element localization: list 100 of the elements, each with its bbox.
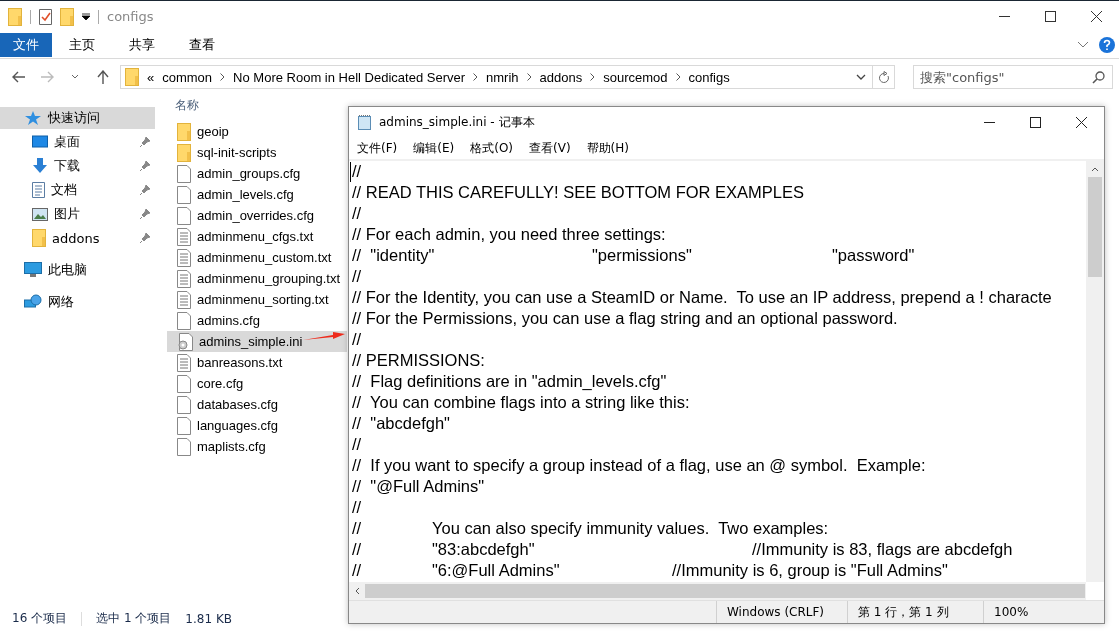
text-line: // xyxy=(352,203,362,224)
file-name: adminmenu_sorting.txt xyxy=(197,292,329,307)
status-text: Windows (CRLF) xyxy=(716,601,847,623)
scroll-left-icon[interactable] xyxy=(353,587,361,595)
maximize-icon xyxy=(1044,11,1056,22)
file-row[interactable]: admins.cfg xyxy=(167,310,347,331)
pin-icon[interactable] xyxy=(139,208,151,220)
file-name: banreasons.txt xyxy=(197,355,283,370)
status-text: 第 1 行，第 1 列 xyxy=(847,601,983,623)
file-row[interactable]: adminmenu_cfgs.txt xyxy=(167,226,347,247)
breadcrumb[interactable]: No More Room in Hell Dedicated Server xyxy=(233,69,466,85)
file-row[interactable]: adminmenu_grouping.txt xyxy=(167,268,347,289)
text-line: // For the Permissions, you can use a flag string and an optional password. xyxy=(352,308,898,329)
breadcrumb[interactable]: sourcemod xyxy=(603,69,668,85)
menu-item[interactable]: 文件(F) xyxy=(355,139,400,157)
file-row[interactable]: sql-init-scripts xyxy=(167,142,347,163)
network-globe-icon xyxy=(24,294,42,310)
menu-item[interactable]: 帮助(H) xyxy=(584,139,631,157)
horizontal-scrollbar[interactable] xyxy=(349,582,1086,600)
file-row[interactable]: core.cfg xyxy=(167,373,347,394)
text-file-icon xyxy=(177,248,191,267)
text-line: // You can combine flags into a string like this: xyxy=(352,392,690,413)
help-icon[interactable] xyxy=(1099,37,1115,53)
file-icon xyxy=(177,395,191,414)
path-overflow-button[interactable]: « xyxy=(147,69,155,85)
file-row[interactable]: adminmenu_custom.txt xyxy=(167,247,347,268)
file-name: admin_groups.cfg xyxy=(197,166,301,181)
ribbon-tab[interactable]: 共享 xyxy=(112,33,172,57)
text-file-icon xyxy=(177,290,191,309)
text-line: // READ THIS CAREFULLY! SEE BOTTOM FOR EXAMPLES xyxy=(352,182,805,203)
sidebar-item[interactable]: 快速访问 xyxy=(0,107,155,129)
file-name: sql-init-scripts xyxy=(197,145,277,160)
text-line: // "6:@Full Admins" //Immunity is 6, group is "Full Admins" xyxy=(352,560,948,581)
menu-item[interactable]: 编辑(E) xyxy=(411,139,457,157)
pin-icon[interactable] xyxy=(139,232,151,244)
file-row[interactable]: languages.cfg xyxy=(167,415,347,436)
checklist-icon[interactable] xyxy=(39,8,52,25)
ribbon-tab[interactable]: 查看 xyxy=(172,33,232,57)
file-name: admin_levels.cfg xyxy=(197,187,294,202)
breadcrumb[interactable]: nmrih xyxy=(486,69,519,85)
search-icon[interactable] xyxy=(1092,71,1105,84)
pin-icon[interactable] xyxy=(139,160,151,172)
file-name: databases.cfg xyxy=(197,397,278,412)
minimize-icon xyxy=(983,121,995,123)
text-file-icon xyxy=(177,269,191,288)
file-row[interactable]: adminmenu_sorting.txt xyxy=(167,289,347,310)
file-row[interactable]: admins_simple.ini xyxy=(167,331,347,352)
pin-icon[interactable] xyxy=(139,184,151,196)
file-row[interactable]: databases.cfg xyxy=(167,394,347,415)
scrollbar-thumb[interactable] xyxy=(1088,177,1102,277)
dropdown-icon[interactable] xyxy=(82,12,90,21)
scroll-up-icon[interactable] xyxy=(1091,165,1099,173)
sidebar-item[interactable]: 桌面 xyxy=(0,131,155,153)
file-icon xyxy=(177,437,191,456)
address-bar[interactable]: « common No More Room in Hell Dedicated Server nmrih addons sourcemod configs xyxy=(120,65,895,89)
picture-icon xyxy=(32,207,48,221)
text-line: // xyxy=(352,434,362,455)
menu-item[interactable]: 查看(V) xyxy=(527,139,573,157)
file-row[interactable]: banreasons.txt xyxy=(167,352,347,373)
file-name: adminmenu_cfgs.txt xyxy=(197,229,314,244)
file-menu-button[interactable]: 文件 xyxy=(0,33,52,57)
caret-icon xyxy=(71,74,79,80)
file-row[interactable]: maplists.cfg xyxy=(167,436,347,457)
notepad-title: admins_simple.ini - 记事本 xyxy=(379,113,535,131)
breadcrumb[interactable]: common xyxy=(162,69,213,85)
file-row[interactable]: admin_levels.cfg xyxy=(167,184,347,205)
file-row[interactable]: geoip xyxy=(167,121,347,142)
sidebar-item[interactable]: 图片 xyxy=(0,203,155,225)
item-count: 16 个项目 xyxy=(12,610,68,627)
file-row[interactable]: admin_overrides.cfg xyxy=(167,205,347,226)
sidebar-item[interactable]: addons xyxy=(0,227,155,249)
file-name: admins.cfg xyxy=(197,313,260,328)
download-arrow-icon xyxy=(32,158,48,174)
sidebar-item[interactable]: 此电脑 xyxy=(0,259,155,281)
column-header[interactable]: 名称 xyxy=(175,97,199,114)
sidebar-item[interactable]: 网络 xyxy=(0,291,155,313)
refresh-icon xyxy=(877,70,890,84)
ribbon-tab[interactable]: 主页 xyxy=(52,33,112,57)
sidebar-item[interactable]: 下载 xyxy=(0,155,155,177)
file-icon xyxy=(177,206,191,225)
text-line: // xyxy=(352,497,362,518)
text-line: // "identity" "permissions" "password" xyxy=(352,245,915,266)
text-file-icon xyxy=(177,353,191,372)
pin-icon[interactable] xyxy=(139,136,151,148)
menu-item[interactable]: 格式(O) xyxy=(468,139,516,157)
chevron-down-icon[interactable] xyxy=(1077,41,1089,49)
text-line: // "83:abcdefgh" //Immunity is 83, flags are abcdefgh xyxy=(352,539,1013,560)
scrollbar-thumb[interactable] xyxy=(365,584,1085,598)
folder-icon xyxy=(177,143,191,162)
caret-icon xyxy=(856,73,866,81)
breadcrumb[interactable]: addons xyxy=(539,69,583,85)
file-row[interactable]: admin_groups.cfg xyxy=(167,163,347,184)
file-name: core.cfg xyxy=(197,376,244,391)
sidebar-item[interactable]: 文档 xyxy=(0,179,155,201)
close-icon xyxy=(1075,116,1087,128)
window-title: configs xyxy=(107,9,154,24)
chevron-icon xyxy=(675,73,681,81)
vertical-scrollbar[interactable] xyxy=(1086,161,1104,582)
search-field[interactable]: 搜索"configs" xyxy=(913,65,1113,89)
breadcrumb[interactable]: configs xyxy=(688,69,730,85)
